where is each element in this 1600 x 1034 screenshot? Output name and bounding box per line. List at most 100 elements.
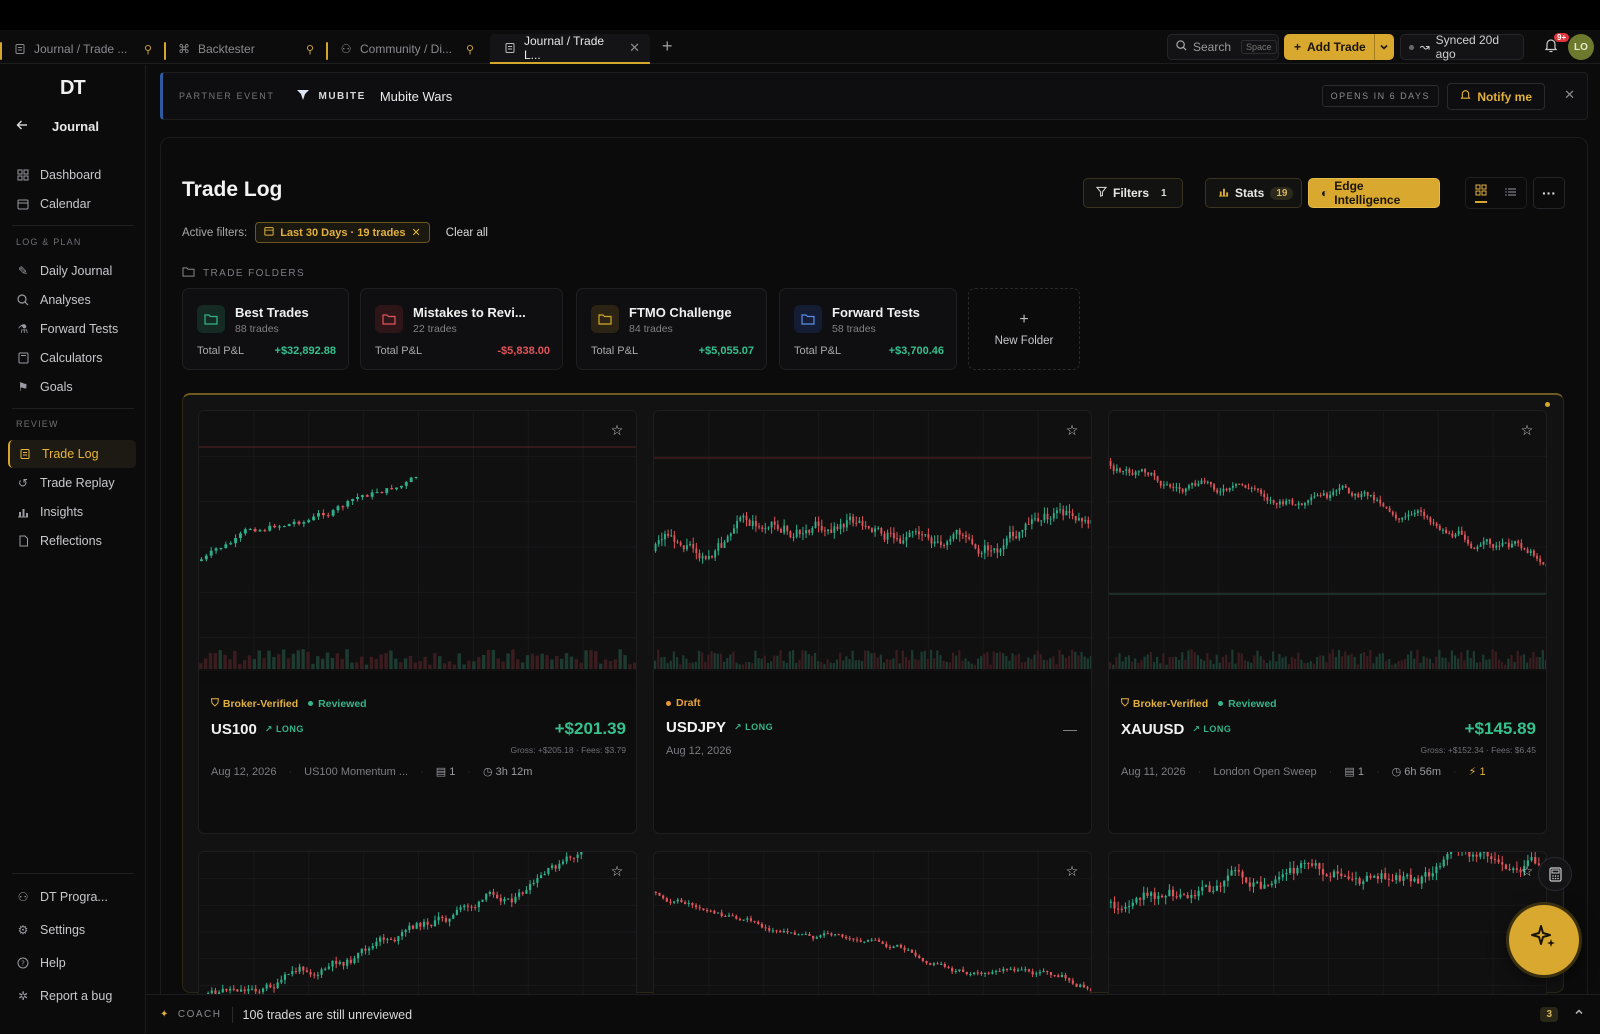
volume-bar [1519, 655, 1522, 669]
sidebar-item-calculators[interactable]: Calculators [8, 344, 136, 372]
sidebar-item-calendar[interactable]: Calendar [8, 190, 136, 218]
calculator-icon[interactable] [1538, 857, 1572, 891]
grid-view-icon[interactable] [1475, 184, 1487, 203]
back-to-journal[interactable]: Journal [16, 119, 99, 134]
trade-card[interactable]: ☆ [653, 851, 1092, 1011]
sidebar-item-help[interactable]: ? Help [8, 949, 136, 977]
filters-button[interactable]: Filters 1 [1083, 178, 1183, 208]
sidebar-item-reflections[interactable]: Reflections [8, 527, 136, 555]
candle-body [910, 949, 914, 953]
coach-bar[interactable]: ✦ COACH 106 trades are still unreviewed … [146, 994, 1600, 1034]
more-options-icon[interactable]: ··· [1533, 177, 1565, 209]
new-tab-button[interactable]: + [662, 36, 673, 57]
volume-bar [1278, 654, 1281, 669]
notify-me-button[interactable]: Notify me [1447, 83, 1545, 110]
sidebar-item-goals[interactable]: ⚑ Goals [8, 373, 136, 401]
trade-card[interactable]: ☆ ⛉ Broker-Verified Reviewed XAUUSD ↗ LON… [1108, 410, 1547, 834]
close-banner-icon[interactable]: ✕ [1564, 87, 1575, 103]
clear-all-filters-link[interactable]: Clear all [446, 227, 488, 239]
chevron-down-icon[interactable] [1375, 42, 1394, 52]
active-filter-chip[interactable]: Last 30 Days · 19 trades ✕ [255, 222, 430, 243]
notifications-button[interactable]: 9+ [1544, 33, 1570, 56]
candle-body [798, 529, 801, 535]
add-trade-main[interactable]: + Add Trade [1284, 34, 1375, 60]
sidebar-item-settings[interactable]: ⚙ Settings [8, 916, 136, 944]
candle-body [1407, 514, 1410, 517]
sidebar-item-dashboard[interactable]: Dashboard [8, 161, 136, 189]
volume-bar [842, 660, 845, 669]
search-button[interactable]: Search Space [1167, 34, 1279, 60]
trade-card[interactable]: ☆ ⛉ Broker-Verified Reviewed US100 ↗ LONG… [198, 410, 637, 834]
trade-chart[interactable] [1109, 411, 1546, 683]
candle-body [291, 971, 294, 975]
trade-card[interactable]: ☆ [198, 851, 637, 1011]
candle-body [921, 957, 924, 962]
volume-bar [272, 657, 276, 669]
sidebar-item-forward-tests[interactable]: ⚗ Forward Tests [8, 315, 136, 343]
duration-value: 3h 12m [495, 766, 533, 778]
tab-community[interactable]: ⚇ Community / Di... ⚲ [326, 34, 484, 64]
volume-bar [1541, 649, 1544, 669]
trade-chart[interactable] [654, 852, 1091, 1011]
sidebar-item-report-bug[interactable]: ✲ Report a bug [8, 982, 136, 1010]
volume-bar [679, 664, 682, 669]
star-icon[interactable]: ☆ [606, 419, 628, 441]
add-trade-button[interactable]: + Add Trade [1284, 34, 1394, 60]
candle-body [1314, 863, 1317, 866]
volume-bar [199, 663, 203, 669]
trade-chart[interactable] [199, 411, 636, 683]
sidebar-item-insights[interactable]: Insights [8, 498, 136, 526]
sidebar-item-analyses[interactable]: Analyses [8, 286, 136, 314]
notes-count: ▤ 1 [1344, 765, 1364, 778]
folder-card[interactable]: Forward Tests 58 trades Total P&L +$3,70… [779, 288, 957, 370]
logo[interactable]: DT [60, 77, 86, 100]
candle-body [320, 969, 323, 975]
sync-status[interactable]: ↝ Synced 20d ago [1400, 33, 1524, 61]
sidebar-item-dt-program[interactable]: ⚇ DT Progra... [8, 883, 136, 911]
tab-journal-trade[interactable]: Journal / Trade ... ⚲ [0, 34, 162, 64]
volume-bar [873, 652, 876, 669]
ai-sparkle-button[interactable] [1509, 905, 1579, 975]
close-tab-icon[interactable]: ✕ [629, 40, 640, 56]
trade-chart[interactable] [199, 852, 636, 1011]
pin-icon[interactable]: ⚲ [306, 43, 314, 56]
volume-bar [1193, 652, 1196, 669]
candle-body [1228, 487, 1231, 491]
candle-body [751, 520, 754, 526]
avatar[interactable]: LO [1568, 34, 1594, 60]
pin-icon[interactable]: ⚲ [144, 43, 152, 56]
pin-icon[interactable]: ⚲ [466, 43, 474, 56]
volume-bar [1529, 658, 1532, 669]
folder-card[interactable]: Best Trades 88 trades Total P&L +$32,892… [182, 288, 349, 370]
star-icon[interactable]: ☆ [1061, 860, 1083, 882]
trade-card[interactable]: ☆ [1108, 851, 1547, 1011]
star-icon[interactable]: ☆ [1061, 419, 1083, 441]
chevron-up-icon[interactable] [1574, 1006, 1584, 1020]
candle-body [576, 854, 579, 858]
stats-button[interactable]: Stats 19 [1205, 178, 1302, 208]
new-folder-button[interactable]: + New Folder [968, 288, 1080, 370]
sidebar-item-trade-log[interactable]: Trade Log [8, 440, 136, 468]
folder-card[interactable]: Mistakes to Revi... 22 trades Total P&L … [360, 288, 563, 370]
remove-filter-icon[interactable]: ✕ [412, 226, 421, 239]
volume-bar [961, 660, 964, 669]
star-icon[interactable]: ☆ [1516, 860, 1538, 882]
folder-card[interactable]: FTMO Challenge 84 trades Total P&L +$5,0… [576, 288, 767, 370]
star-icon[interactable]: ☆ [606, 860, 628, 882]
candle-body [738, 918, 742, 921]
candle-body [1347, 487, 1350, 493]
candle-body [724, 915, 727, 917]
list-view-icon[interactable] [1505, 186, 1517, 201]
sidebar-item-daily-journal[interactable]: ✎ Daily Journal [8, 257, 136, 285]
trade-chart[interactable] [654, 411, 1091, 683]
trade-card[interactable]: ☆ Draft USDJPY ↗ LONG — Aug 12, 2026 [653, 410, 1092, 834]
edge-intelligence-button[interactable]: ◐ Edge Intelligence [1308, 178, 1440, 208]
trade-chart[interactable] [1109, 852, 1546, 1011]
candle-body [204, 555, 208, 560]
tab-backtester[interactable]: ⌘ Backtester ⚲ [164, 34, 324, 64]
star-icon[interactable]: ☆ [1516, 419, 1538, 441]
volume-bar [1089, 656, 1091, 669]
tab-journal-trade-log[interactable]: Journal / Trade L... ✕ [490, 34, 650, 64]
sidebar-item-trade-replay[interactable]: ↺ Trade Replay [8, 469, 136, 497]
candle-body [1475, 854, 1478, 857]
